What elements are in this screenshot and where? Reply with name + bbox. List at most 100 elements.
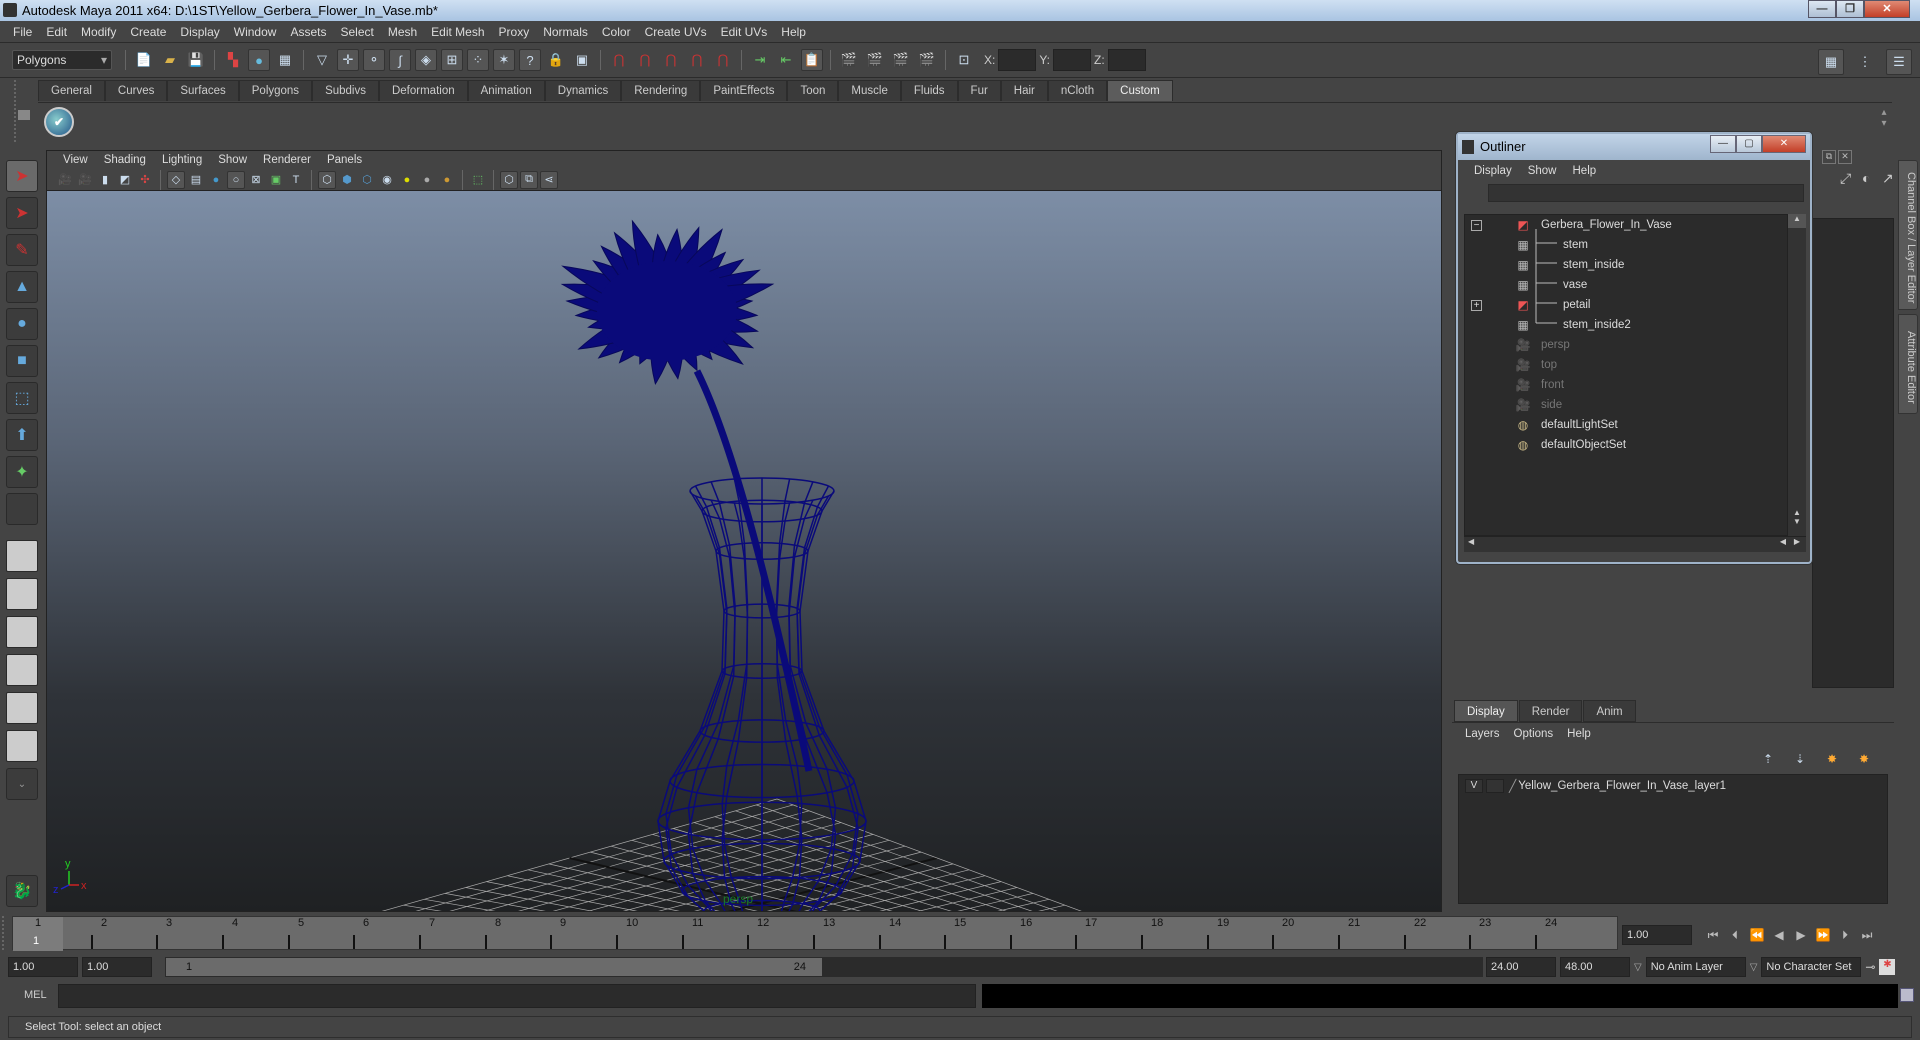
viewport-menu-show[interactable]: Show — [210, 154, 255, 166]
film-gate-icon[interactable]: ▤ — [187, 171, 205, 189]
command-language-label[interactable]: MEL — [24, 989, 47, 1001]
outliner-item[interactable]: ◍ defaultLightSet — [1465, 415, 1787, 435]
menu-color[interactable]: Color — [595, 25, 638, 39]
viewport-menu-panels[interactable]: Panels — [319, 154, 370, 166]
select-deformations-icon[interactable]: ⊞ — [441, 49, 463, 71]
scroll-left-arrow[interactable]: ◀ — [1468, 537, 1474, 546]
input-mode-icon[interactable]: ⊡ — [953, 49, 975, 71]
outliner-item[interactable]: ▦ stem — [1465, 235, 1787, 255]
menu-normals[interactable]: Normals — [536, 25, 595, 39]
menu-help[interactable]: Help — [774, 25, 813, 39]
range-slider-handle[interactable]: 1 24 — [166, 958, 822, 976]
outliner-item[interactable]: 🎥 top — [1465, 355, 1787, 375]
select-camera-icon[interactable]: 🎥 — [56, 171, 74, 189]
smooth-shade-icon[interactable]: ⬢ — [338, 171, 356, 189]
command-input[interactable] — [58, 984, 976, 1008]
select-handles-icon[interactable]: ✛ — [337, 49, 359, 71]
ipr-render-icon[interactable]: 🎬 — [890, 49, 912, 71]
layer-menu-layers[interactable]: Layers — [1458, 728, 1507, 740]
viewport-menu-lighting[interactable]: Lighting — [154, 154, 210, 166]
outliner-item[interactable]: ▦ stem_inside2 — [1465, 315, 1787, 335]
go-to-end-button[interactable]: ⏭ — [1856, 925, 1878, 945]
outliner-maximize-button[interactable]: ▢ — [1736, 135, 1762, 153]
y-field[interactable] — [1053, 49, 1092, 71]
menu-modify[interactable]: Modify — [74, 25, 123, 39]
viewport-scene[interactable]: persp y x z — [47, 191, 1441, 911]
step-back-frame-button[interactable]: ⏪ — [1746, 925, 1768, 945]
shelf-tab-dynamics[interactable]: Dynamics — [544, 80, 622, 101]
menu-edit-uvs[interactable]: Edit UVs — [714, 25, 775, 39]
shelf-tab-curves[interactable]: Curves — [104, 80, 168, 101]
select-misc-icon[interactable]: ? — [519, 49, 541, 71]
paint-select-tool-icon[interactable]: ✎ — [6, 234, 38, 266]
xray-active-components-icon[interactable]: ⋖ — [540, 170, 558, 189]
menu-window[interactable]: Window — [227, 25, 284, 39]
high-quality-icon[interactable]: ● — [438, 171, 456, 189]
perspective-viewport[interactable]: View Shading Lighting Show Renderer Panels 🎥 … — [46, 150, 1442, 912]
select-by-hierarchy-icon[interactable]: ▚ — [222, 49, 244, 71]
shelf-tab-animation[interactable]: Animation — [467, 80, 545, 101]
show-manipulator-icon[interactable]: ✦ — [6, 456, 38, 488]
render-settings-icon[interactable]: 🎬 — [916, 49, 938, 71]
flower-head-wireframe[interactable] — [560, 219, 775, 386]
universal-manipulator-icon[interactable]: ⬚ — [6, 382, 38, 414]
outliner-minimize-button[interactable]: — — [1710, 135, 1736, 153]
time-slider-grip[interactable] — [2, 916, 8, 950]
safe-action-icon[interactable]: ▣ — [267, 171, 285, 189]
snap-to-view-plane-icon[interactable]: ⋂ — [686, 49, 708, 71]
play-backward-button[interactable]: ◀ — [1768, 925, 1790, 945]
snap-to-curve-icon[interactable]: ⋂ — [634, 49, 656, 71]
outliner-menu-display[interactable]: Display — [1466, 165, 1520, 177]
minimize-button[interactable]: — — [1808, 0, 1836, 18]
xray-joints-icon[interactable]: ⧉ — [520, 170, 538, 189]
shelf-tab-toon[interactable]: Toon — [787, 80, 839, 101]
move-layer-up-icon[interactable]: ⇡ — [1758, 749, 1778, 769]
shadows-icon[interactable]: ● — [418, 171, 436, 189]
manipulator-icon[interactable]: ⤢ — [1840, 170, 1851, 187]
menuset-dropdown[interactable]: Polygons — [12, 50, 112, 70]
wireframe-icon[interactable]: ⬡ — [318, 170, 336, 189]
menu-mesh[interactable]: Mesh — [381, 25, 424, 39]
animation-end-field[interactable]: 48.00 — [1560, 957, 1630, 977]
collapse-icon[interactable]: − — [1471, 219, 1482, 231]
field-chart-icon[interactable]: ⊠ — [247, 171, 265, 189]
outliner-menu-help[interactable]: Help — [1565, 165, 1605, 177]
layer-row[interactable]: V ╱ Yellow_Gerbera_Flower_In_Vase_layer1 — [1459, 775, 1887, 797]
channel-box-list[interactable] — [1812, 218, 1894, 688]
shelf-menu-handle[interactable] — [12, 80, 34, 142]
vase-wireframe[interactable] — [657, 477, 867, 911]
outliner-titlebar[interactable]: Outliner — ▢ ✕ — [1458, 134, 1810, 160]
render-view-icon[interactable]: 🎬 — [838, 49, 860, 71]
scroll-down-arrows[interactable]: ▲ ▼ — [1788, 508, 1806, 536]
menu-assets[interactable]: Assets — [283, 25, 333, 39]
soft-modification-icon[interactable]: ⬆ — [6, 419, 38, 451]
panel-close-icon[interactable]: ✕ — [1838, 150, 1852, 164]
construction-history-icon[interactable]: 📋 — [801, 49, 823, 71]
last-tool-slot[interactable] — [6, 493, 38, 525]
menu-file[interactable]: File — [6, 25, 39, 39]
scale-tool-icon[interactable]: ■ — [6, 345, 38, 377]
playback-end-field[interactable]: 24.00 — [1486, 957, 1556, 977]
shelf-tab-custom[interactable]: Custom — [1107, 80, 1173, 101]
animation-preferences-icon[interactable]: ✱ — [1879, 959, 1896, 975]
layer-display-type-toggle[interactable] — [1486, 779, 1504, 793]
outliner-item[interactable]: − ◩ Gerbera_Flower_In_Vase — [1465, 215, 1787, 235]
shelf-tab-rendering[interactable]: Rendering — [621, 80, 701, 101]
outliner-menu-show[interactable]: Show — [1520, 165, 1565, 177]
rotate-tool-icon[interactable]: ● — [6, 308, 38, 340]
2d-pan-zoom-icon[interactable]: ✣ — [136, 171, 154, 189]
anim-layer-dropdown-icon[interactable]: ▽ — [1634, 962, 1642, 973]
scroll-left-arrow-2[interactable]: ◀ — [1780, 537, 1786, 546]
select-dynamics-icon[interactable]: ⁘ — [467, 49, 489, 71]
select-joints-icon[interactable]: ⚬ — [363, 49, 385, 71]
select-surfaces-icon[interactable]: ◈ — [415, 49, 437, 71]
outliner-close-button[interactable]: ✕ — [1762, 135, 1806, 153]
mask-dropdown-icon[interactable]: ▽ — [311, 49, 333, 71]
character-set-field[interactable]: No Character Set — [1761, 957, 1862, 977]
create-empty-layer-icon[interactable]: ✸ — [1822, 749, 1842, 769]
layer-color-swatch[interactable]: ╱ — [1509, 779, 1516, 793]
select-tool-icon[interactable]: ➤ — [6, 160, 38, 192]
scroll-up-arrow[interactable]: ▲ — [1788, 214, 1806, 228]
go-to-start-button[interactable]: ⏮ — [1702, 925, 1724, 945]
shelf-tab-surfaces[interactable]: Surfaces — [167, 80, 239, 101]
